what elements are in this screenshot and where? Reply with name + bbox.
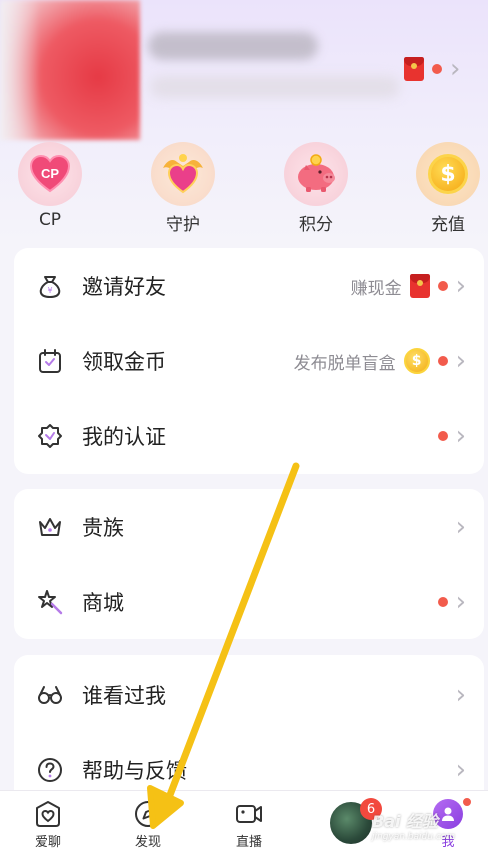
- annotation-arrow: [147, 462, 300, 829]
